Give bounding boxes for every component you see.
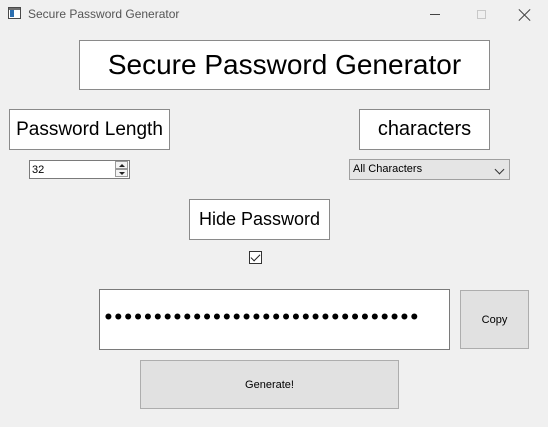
- characters-dropdown[interactable]: All Characters: [349, 159, 510, 180]
- title-bar: Secure Password Generator: [0, 0, 548, 29]
- hide-password-label: Hide Password: [189, 199, 330, 240]
- characters-label: characters: [359, 109, 490, 150]
- chevron-down-icon: [118, 171, 125, 175]
- maximize-icon: [476, 10, 486, 19]
- generate-button[interactable]: Generate!: [140, 360, 399, 409]
- characters-dropdown-value: All Characters: [353, 163, 423, 175]
- minimize-button[interactable]: [412, 0, 458, 29]
- password-length-spinbox[interactable]: [29, 160, 130, 179]
- window-title: Secure Password Generator: [28, 7, 180, 21]
- maximize-button[interactable]: [458, 0, 504, 29]
- password-masked-text: ••••••••••••••••••••••••••••••••: [103, 308, 420, 328]
- hide-password-checkbox[interactable]: [249, 251, 262, 264]
- page-title: Secure Password Generator: [79, 40, 490, 90]
- app-window-icon: [8, 7, 21, 19]
- password-length-label: Password Length: [9, 109, 170, 150]
- chevron-down-icon: [494, 164, 505, 175]
- spin-down-button[interactable]: [115, 169, 128, 177]
- minimize-icon: [430, 14, 440, 15]
- copy-button[interactable]: Copy: [460, 290, 529, 349]
- password-output-field[interactable]: ••••••••••••••••••••••••••••••••: [99, 289, 450, 350]
- password-length-input[interactable]: [30, 161, 116, 178]
- spin-up-button[interactable]: [115, 161, 128, 169]
- close-button[interactable]: [502, 0, 548, 29]
- close-icon: [519, 9, 531, 21]
- chevron-up-icon: [118, 163, 125, 167]
